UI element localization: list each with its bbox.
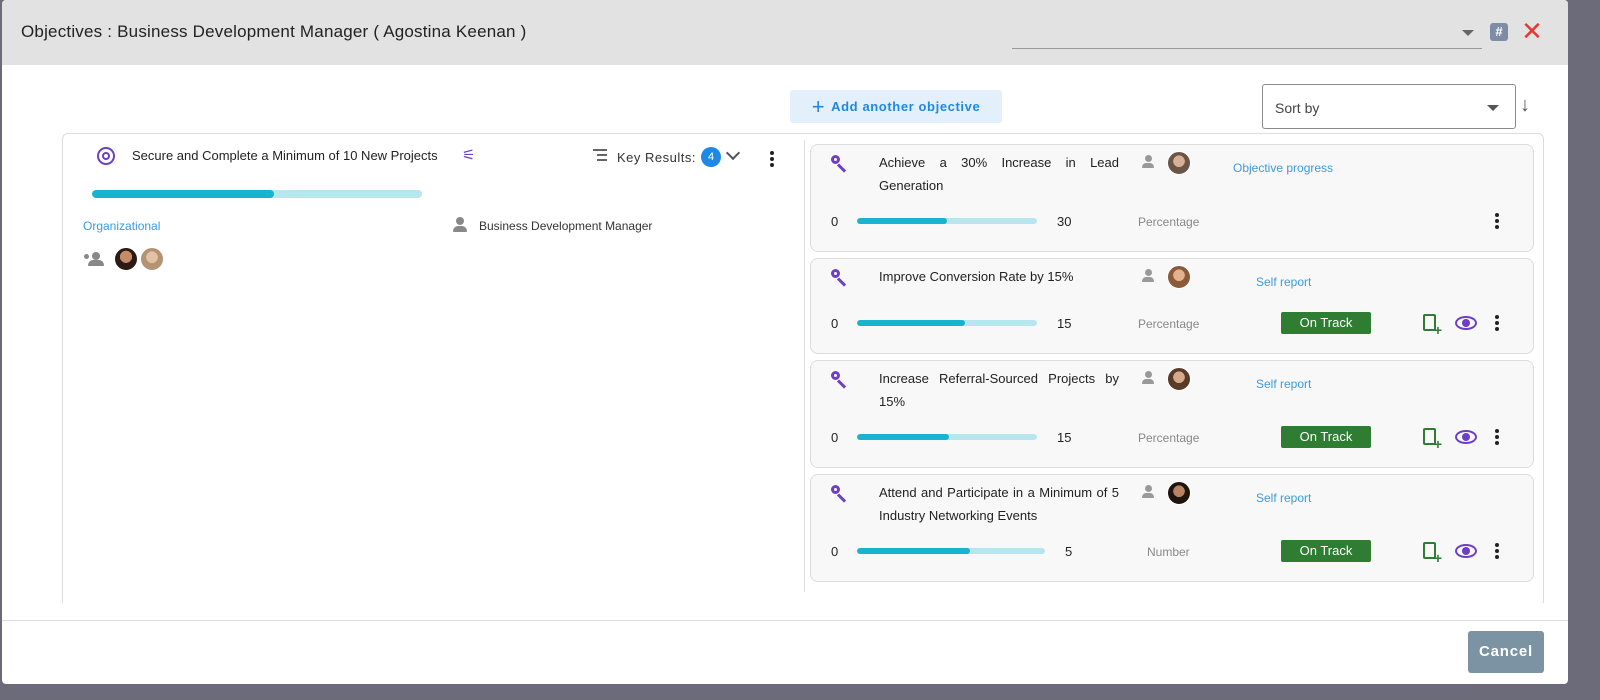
avatar[interactable] (114, 247, 138, 271)
objective-type-link[interactable]: Organizational (83, 219, 160, 233)
key-result-progress-fill (857, 218, 947, 224)
key-result-start-value: 0 (831, 214, 839, 229)
key-result-start-value: 0 (831, 430, 839, 445)
key-icon (831, 371, 849, 389)
key-result-progress-bar (857, 548, 1045, 554)
key-icon (831, 485, 849, 503)
key-result-start-value: 0 (831, 544, 839, 559)
avatar[interactable] (1167, 151, 1191, 175)
objective-progress-fill (92, 190, 274, 198)
key-result-unit: Number (1147, 545, 1190, 559)
key-result-menu-icon[interactable] (1495, 429, 1499, 445)
person-icon (1142, 371, 1154, 385)
status-badge: On Track (1281, 540, 1371, 562)
key-result-unit: Percentage (1138, 317, 1200, 331)
key-result-card: Attend and Participate in a Minimum of 5… (810, 474, 1534, 582)
objective-progress-link[interactable]: Objective progress (1233, 161, 1333, 175)
eye-icon[interactable] (1455, 430, 1477, 444)
sort-by-select[interactable]: Sort by (1262, 84, 1516, 129)
self-report-link[interactable]: Self report (1256, 377, 1311, 391)
key-result-progress-bar (857, 218, 1037, 224)
avatar[interactable] (140, 247, 164, 271)
eye-icon[interactable] (1455, 316, 1477, 330)
panel-divider (804, 140, 805, 592)
cancel-button[interactable]: Cancel (1468, 631, 1544, 673)
eye-icon[interactable] (1455, 544, 1477, 558)
key-result-target-value: 30 (1057, 214, 1072, 229)
self-report-link[interactable]: Self report (1256, 491, 1311, 505)
objective-menu-icon[interactable] (770, 151, 774, 167)
modal-title: Objectives : Business Development Manage… (21, 22, 527, 41)
hash-icon[interactable]: # (1490, 23, 1508, 41)
key-result-card: Improve Conversion Rate by 15% Self repo… (810, 258, 1534, 354)
objectives-modal: Objectives : Business Development Manage… (2, 0, 1568, 684)
sort-direction-icon[interactable]: ↓ (1520, 94, 1530, 117)
person-icon (1142, 485, 1154, 499)
key-icon (831, 269, 849, 287)
objective-title: Secure and Complete a Minimum of 10 New … (132, 148, 438, 163)
key-result-title: Increase Referral-Sourced Projects by 15… (879, 371, 1119, 409)
caret-down-icon (1487, 105, 1499, 111)
key-result-unit: Percentage (1138, 431, 1200, 445)
sort-by-placeholder: Sort by (1275, 100, 1320, 116)
modal-header: Objectives : Business Development Manage… (2, 0, 1568, 65)
key-result-title: Attend and Participate in a Minimum of 5… (879, 485, 1119, 523)
add-objective-button[interactable]: + Add another objective (790, 90, 1002, 123)
avatar[interactable] (1167, 367, 1191, 391)
status-badge: On Track (1281, 426, 1371, 448)
key-result-menu-icon[interactable] (1495, 213, 1499, 229)
stairs-icon: ⚟ (462, 147, 476, 164)
file-plus-icon[interactable]: + (1423, 314, 1442, 337)
key-result-target-value: 15 (1057, 430, 1072, 445)
group-icon (84, 252, 106, 266)
key-result-progress-bar (857, 434, 1037, 440)
objective-progress-bar (92, 190, 422, 198)
person-icon (1142, 269, 1154, 283)
key-result-target-value: 5 (1065, 544, 1073, 559)
key-result-title: Achieve a 30% Increase in Lead Generatio… (879, 155, 1119, 193)
caret-down-icon (1462, 30, 1474, 36)
add-objective-label: Add another objective (831, 99, 981, 114)
key-result-menu-icon[interactable] (1495, 543, 1499, 559)
key-result-target-value: 15 (1057, 316, 1072, 331)
person-icon (1142, 155, 1154, 169)
target-icon (97, 147, 115, 165)
key-result-card: Increase Referral-Sourced Projects by 15… (810, 360, 1534, 468)
key-result-menu-icon[interactable] (1495, 315, 1499, 331)
key-result-progress-fill (857, 320, 965, 326)
file-plus-icon[interactable]: + (1423, 428, 1442, 451)
plus-icon: + (811, 93, 826, 119)
key-results-label: Key Results: (617, 150, 696, 165)
key-result-progress-fill (857, 434, 949, 440)
key-result-progress-fill (857, 548, 970, 554)
header-select[interactable] (1012, 18, 1482, 49)
status-badge: On Track (1281, 312, 1371, 334)
list-icon (593, 149, 607, 163)
key-icon (831, 155, 849, 173)
avatar[interactable] (1167, 265, 1191, 289)
key-result-card: Achieve a 30% Increase in Lead Generatio… (810, 144, 1534, 252)
owner-icon (453, 217, 467, 233)
key-result-progress-bar (857, 320, 1037, 326)
objective-owner: Business Development Manager (479, 219, 653, 233)
footer-divider (2, 620, 1568, 621)
key-result-unit: Percentage (1138, 215, 1200, 229)
avatar[interactable] (1167, 481, 1191, 505)
key-result-start-value: 0 (831, 316, 839, 331)
key-results-count-badge: 4 (701, 147, 721, 167)
file-plus-icon[interactable]: + (1423, 542, 1442, 565)
key-result-title: Improve Conversion Rate by 15% (879, 269, 1074, 284)
self-report-link[interactable]: Self report (1256, 275, 1311, 289)
close-icon[interactable]: ✕ (1520, 18, 1544, 44)
